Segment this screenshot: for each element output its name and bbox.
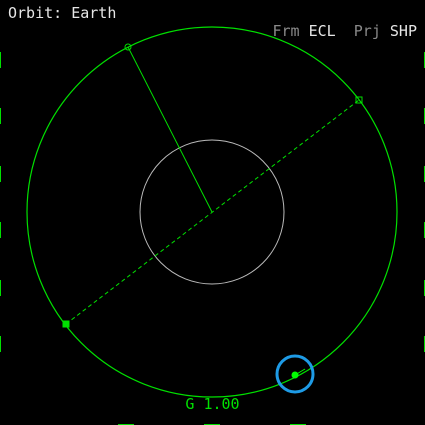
vessel-position-marker-icon[interactable] — [291, 371, 299, 379]
descending-node-marker-icon[interactable] — [62, 320, 70, 328]
frame-label: Frm — [272, 22, 300, 40]
mfd-mode-status: Frm ECL Prj SHP — [236, 4, 418, 58]
frame-value[interactable]: ECL — [309, 22, 336, 40]
bezel-edge-marks — [0, 52, 425, 425]
periapsis-vector — [127, 46, 213, 213]
projection-value[interactable]: SHP — [390, 22, 417, 40]
line-of-nodes — [65, 99, 360, 325]
orbit-view — [0, 26, 425, 425]
orbit-mfd-display: Orbit: Earth Frm ECL Prj SHP G 1.00 — [0, 0, 425, 425]
gravity-scale-readout: G 1.00 — [185, 395, 240, 413]
projection-label: Prj — [353, 22, 381, 40]
mfd-title: Orbit: Earth — [8, 4, 117, 22]
